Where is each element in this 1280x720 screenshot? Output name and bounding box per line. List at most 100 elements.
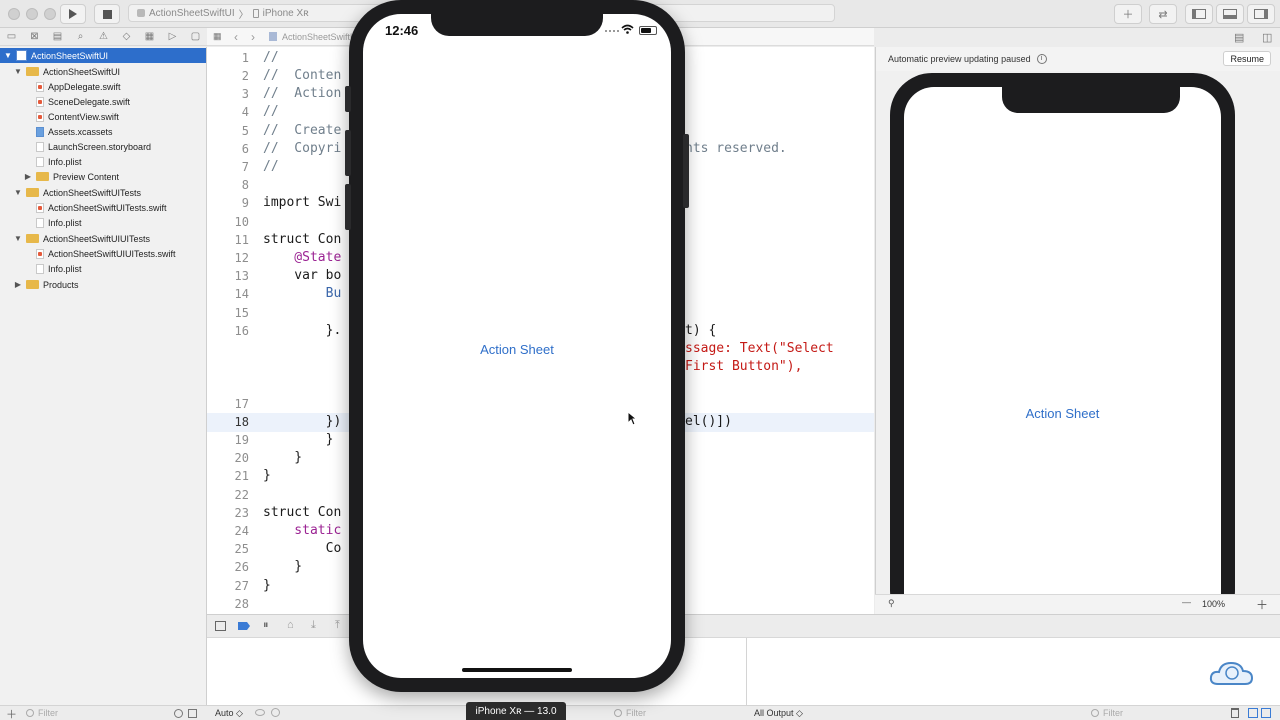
jump-path[interactable]: ActionSheetSwiftUI bbox=[282, 32, 359, 42]
volume-up-button[interactable] bbox=[345, 130, 351, 176]
pin-icon[interactable]: ⚲ bbox=[888, 598, 895, 609]
toggle-debug-button[interactable] bbox=[1216, 4, 1244, 24]
run-button[interactable] bbox=[60, 4, 86, 24]
disclosure-icon[interactable]: ▶ bbox=[24, 172, 32, 181]
close-window-button[interactable] bbox=[8, 8, 20, 20]
debug-bottom-bar: Auto ◇ Filter All Output ◇ Filter bbox=[207, 705, 1280, 720]
disclosure-icon[interactable]: ▶ bbox=[14, 280, 22, 289]
nav-item-file[interactable]: LaunchScreen.storyboard bbox=[36, 139, 151, 154]
swift-file-icon bbox=[36, 202, 44, 213]
swift-file-icon bbox=[36, 111, 44, 122]
filter-icon bbox=[614, 709, 622, 717]
nav-item-file[interactable]: Info.plist bbox=[36, 215, 82, 230]
nav-item-file[interactable]: Info.plist bbox=[36, 154, 82, 169]
console-view-icon[interactable] bbox=[1261, 708, 1271, 718]
disclosure-icon[interactable]: ▼ bbox=[4, 51, 12, 60]
back-icon[interactable]: ‹ bbox=[234, 30, 238, 44]
folder-icon[interactable]: ▭ bbox=[6, 31, 17, 42]
variables-scope-select[interactable]: Auto ◇ bbox=[215, 708, 243, 719]
zoom-window-button[interactable] bbox=[44, 8, 56, 20]
related-items-icon[interactable]: ▦ bbox=[213, 31, 222, 42]
nav-item-group[interactable]: ▶ Preview Content bbox=[24, 169, 119, 184]
info-icon[interactable] bbox=[271, 708, 280, 717]
nav-item-file[interactable]: ActionSheetSwiftUITests.swift bbox=[36, 200, 167, 215]
line-number: 4 bbox=[241, 105, 249, 119]
nav-item-file[interactable]: ContentView.swift bbox=[36, 109, 119, 124]
line-number: 14 bbox=[234, 287, 249, 301]
navigator-filter-input[interactable]: Filter bbox=[38, 708, 58, 718]
step-into-icon[interactable]: ⤓ bbox=[311, 619, 316, 632]
disclosure-icon[interactable]: ▼ bbox=[14, 234, 22, 243]
action-sheet-button[interactable]: Action Sheet bbox=[363, 342, 671, 357]
code-line: @State bbox=[263, 250, 342, 265]
nav-item-project[interactable]: ▼ ActionSheetSwiftUI bbox=[0, 48, 206, 63]
split-editor-icon[interactable]: ◫ bbox=[1262, 31, 1272, 44]
stop-button[interactable] bbox=[94, 4, 120, 24]
toggle-navigator-button[interactable] bbox=[1185, 4, 1213, 24]
editor-options-icon[interactable]: ▤ bbox=[1234, 31, 1244, 44]
nav-item-group[interactable]: ▼ ActionSheetSwiftUIUITests bbox=[14, 231, 150, 246]
info-icon[interactable]: i bbox=[1036, 54, 1047, 64]
code-line: struct Con bbox=[263, 232, 342, 247]
output-select[interactable]: All Output ◇ bbox=[754, 708, 803, 719]
symbol-icon[interactable]: ▤ bbox=[52, 31, 63, 42]
code-review-button[interactable]: ⇄ bbox=[1149, 4, 1177, 24]
nav-item-file[interactable]: ActionSheetSwiftUIUITests.swift bbox=[36, 246, 176, 261]
variables-view-icon[interactable] bbox=[1248, 708, 1258, 718]
nav-item-file[interactable]: AppDelegate.swift bbox=[36, 79, 121, 94]
nav-item-label: Info.plist bbox=[48, 217, 82, 228]
pause-icon[interactable]: ⏸ bbox=[263, 619, 269, 632]
volume-down-button[interactable] bbox=[345, 184, 351, 230]
variables-filter-input[interactable]: Filter bbox=[626, 708, 646, 718]
source-control-icon[interactable]: ⊠ bbox=[29, 31, 40, 42]
nav-item-label: ActionSheetSwiftUIUITests.swift bbox=[48, 248, 176, 259]
nav-item-file[interactable]: Assets.xcassets bbox=[36, 124, 113, 139]
nav-item-group[interactable]: ▶ Products bbox=[14, 277, 79, 292]
minimize-window-button[interactable] bbox=[26, 8, 38, 20]
nav-item-file[interactable]: Info.plist bbox=[36, 261, 82, 276]
debug-icon[interactable]: ▦ bbox=[144, 31, 155, 42]
code-line-tail: el()]) bbox=[685, 414, 732, 429]
toggle-inspector-button[interactable] bbox=[1247, 4, 1275, 24]
step-out-icon[interactable]: ⤒ bbox=[335, 619, 340, 632]
preview-notch bbox=[1002, 87, 1180, 113]
scheme-device: iPhone Xʀ bbox=[262, 7, 309, 19]
eye-icon[interactable] bbox=[255, 709, 265, 716]
trash-icon[interactable] bbox=[1231, 708, 1239, 718]
test-icon[interactable]: ◇ bbox=[121, 31, 132, 42]
disclosure-icon[interactable]: ▼ bbox=[14, 67, 22, 76]
zoom-out-icon[interactable]: — bbox=[1182, 597, 1191, 607]
report-icon[interactable]: ▢ bbox=[190, 31, 201, 42]
unsaved-filter-icon[interactable] bbox=[188, 709, 197, 718]
issue-icon[interactable]: ⚠ bbox=[98, 31, 109, 42]
side-button[interactable] bbox=[683, 134, 689, 208]
add-icon[interactable]: ＋ bbox=[6, 706, 17, 720]
assets-icon bbox=[36, 126, 44, 137]
line-number: 17 bbox=[234, 397, 249, 411]
find-icon[interactable]: ⌕ bbox=[75, 31, 86, 42]
resume-button[interactable]: Resume bbox=[1223, 51, 1271, 66]
breakpoint-icon[interactable]: ▷ bbox=[167, 31, 178, 42]
preview-action-sheet-button[interactable]: Action Sheet bbox=[904, 406, 1221, 421]
recent-files-icon[interactable] bbox=[174, 709, 183, 718]
step-over-icon[interactable]: ⌂ bbox=[287, 619, 294, 631]
code-line: // bbox=[263, 159, 279, 174]
nav-item-group[interactable]: ▼ ActionSheetSwiftUITests bbox=[14, 185, 141, 200]
library-button[interactable]: ＋ bbox=[1114, 4, 1142, 24]
hide-debug-icon[interactable] bbox=[215, 621, 226, 631]
forward-icon[interactable]: › bbox=[251, 30, 255, 44]
zoom-in-icon[interactable]: ＋ bbox=[1256, 596, 1268, 613]
console-filter-input[interactable]: Filter bbox=[1103, 708, 1123, 718]
bottom-panel-icon bbox=[1223, 9, 1237, 19]
breakpoints-toggle-icon[interactable] bbox=[238, 622, 250, 630]
silent-switch[interactable] bbox=[345, 86, 351, 112]
navigator-selector-bar: ▭ ⊠ ▤ ⌕ ⚠ ◇ ▦ ▷ ▢ bbox=[0, 28, 207, 46]
status-bar-time: 12:46 bbox=[385, 23, 419, 38]
code-line: }) bbox=[263, 414, 342, 429]
disclosure-icon[interactable]: ▼ bbox=[14, 188, 22, 197]
nav-item-file[interactable]: SceneDelegate.swift bbox=[36, 94, 130, 109]
line-number: 28 bbox=[234, 597, 249, 611]
code-line: } bbox=[263, 450, 303, 465]
home-indicator[interactable] bbox=[462, 668, 572, 672]
nav-item-group[interactable]: ▼ ActionSheetSwiftUI bbox=[14, 64, 120, 79]
